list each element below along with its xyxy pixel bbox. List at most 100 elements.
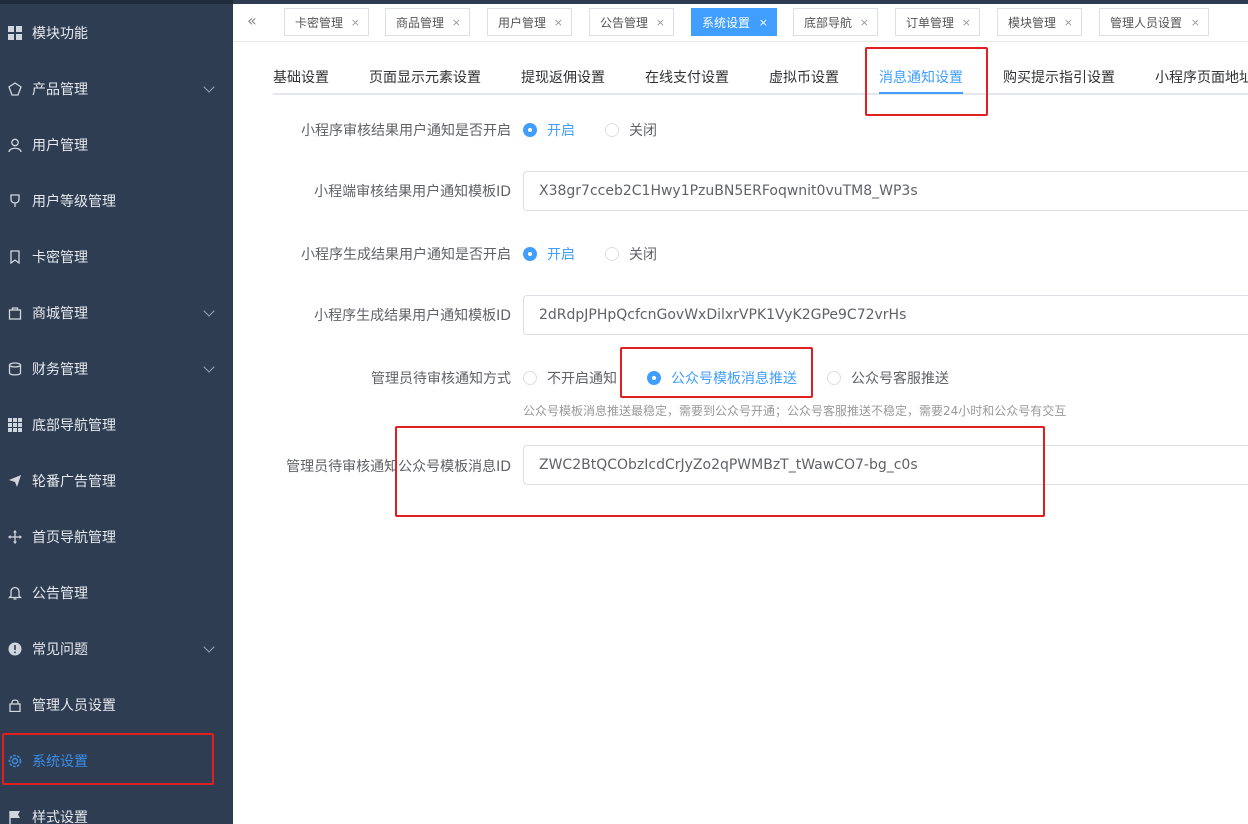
radio-label: 公众号客服推送 <box>851 371 949 387</box>
review-template-label: 小程端审核结果用户通知模板ID <box>314 184 511 200</box>
generate-template-input[interactable]: 2dRdpJPHpQcfcnGovWxDilxrVPK1VyK2GPe9C72v… <box>523 295 1248 335</box>
tab-label: 商品管理 <box>396 15 445 30</box>
close-icon[interactable]: × <box>656 16 665 29</box>
sidebar-item-bottom-nav[interactable]: 底部导航管理 <box>0 397 233 453</box>
form-label-wrap: 小程序生成结果用户通知模板ID <box>240 305 511 325</box>
radio-label: 开启 <box>547 123 575 139</box>
sidebar-item-label: 样式设置 <box>32 810 88 824</box>
close-icon[interactable]: × <box>1191 16 1200 29</box>
generate-template-label: 小程序生成结果用户通知模板ID <box>314 308 511 324</box>
sidebar-item-label: 轮番广告管理 <box>32 474 116 490</box>
sidebar-item-carousel[interactable]: 轮番广告管理 <box>0 453 233 509</box>
sidebar-item-product[interactable]: 产品管理 <box>0 61 233 117</box>
close-icon[interactable]: × <box>554 16 563 29</box>
review-notify-off-radio[interactable]: 关闭 <box>605 120 657 140</box>
tab-goods[interactable]: 商品管理 × <box>385 8 470 36</box>
admin-method-label: 管理员待审核通知方式 <box>371 371 511 387</box>
product-icon <box>7 81 23 97</box>
sidebar-item-home-nav[interactable]: 首页导航管理 <box>0 509 233 565</box>
review-notify-on-radio[interactable]: 开启 <box>523 120 575 140</box>
sidebar-item-label: 常见问题 <box>32 642 88 658</box>
admin-method-off-radio[interactable]: 不开启通知 <box>523 368 617 388</box>
sidebar-item-module[interactable]: 模块功能 <box>0 5 233 61</box>
tab-label: 用户管理 <box>498 15 547 30</box>
form-label-wrap: 管理员待审核通知方式 <box>240 368 511 388</box>
generate-notify-on-radio[interactable]: 开启 <box>523 244 575 264</box>
radio-dot <box>523 247 537 261</box>
sidebar-item-label: 财务管理 <box>32 362 88 378</box>
sidebar-item-label: 用户等级管理 <box>32 194 116 210</box>
sidebar-item-user-level[interactable]: 用户等级管理 <box>0 173 233 229</box>
subtab-page-display[interactable]: 页面显示元素设置 <box>369 67 481 87</box>
tab-admin[interactable]: 管理人员设置 × <box>1099 8 1209 36</box>
question-icon <box>7 641 23 657</box>
tab-bottom-nav[interactable]: 底部导航 × <box>793 8 878 36</box>
send-icon <box>7 473 23 489</box>
sidebar-item-admin[interactable]: 管理人员设置 <box>0 677 233 733</box>
sidebar-item-label: 卡密管理 <box>32 250 88 266</box>
sidebar-item-faq[interactable]: 常见问题 <box>0 621 233 677</box>
sidebar-item-card[interactable]: 卡密管理 <box>0 229 233 285</box>
database-icon <box>7 361 23 377</box>
admin-method-service-radio[interactable]: 公众号客服推送 <box>827 368 949 388</box>
subtab-withdraw[interactable]: 提现返佣设置 <box>521 67 605 87</box>
tab-module[interactable]: 模块管理 × <box>997 8 1082 36</box>
sidebar-item-notice[interactable]: 公告管理 <box>0 565 233 621</box>
tab-order[interactable]: 订单管理 × <box>895 8 980 36</box>
tab-label: 管理人员设置 <box>1110 15 1183 30</box>
chevron-down-icon <box>203 361 215 373</box>
close-icon[interactable]: × <box>860 16 869 29</box>
highlight-box-admin-template <box>395 426 1045 517</box>
radio-label: 不开启通知 <box>547 371 617 387</box>
radio-label: 关闭 <box>629 247 657 263</box>
tab-notice[interactable]: 公告管理 × <box>589 8 674 36</box>
sidebar-item-mall[interactable]: 商城管理 <box>0 285 233 341</box>
sidebar-item-finance[interactable]: 财务管理 <box>0 341 233 397</box>
user-icon <box>7 137 23 153</box>
collapse-icon[interactable]: « <box>247 11 257 30</box>
bookmark-icon <box>7 249 23 265</box>
close-icon[interactable]: × <box>962 16 971 29</box>
subtab-miniapp-path[interactable]: 小程序页面地址 <box>1155 67 1248 87</box>
sidebar-item-label: 用户管理 <box>32 138 88 154</box>
generate-notify-off-radio[interactable]: 关闭 <box>605 244 657 264</box>
tab-label: 系统设置 <box>702 15 751 30</box>
close-icon[interactable]: × <box>351 16 360 29</box>
admin-method-hint: 公众号模板消息推送最稳定，需要到公众号开通；公众号客服推送不稳定，需要24小时和… <box>523 404 1067 418</box>
sidebar-top-strip <box>0 0 233 4</box>
form-label-wrap: 小程序生成结果用户通知是否开启 <box>240 244 511 264</box>
sidebar-item-label: 商城管理 <box>32 306 88 322</box>
sidebar: 模块功能 产品管理 用户管理 用户等级管理 卡密管理 商城管理 财务管理 底部导… <box>0 0 233 824</box>
sidebar-item-user[interactable]: 用户管理 <box>0 117 233 173</box>
chevron-down-icon <box>203 641 215 653</box>
grid-icon <box>7 417 23 433</box>
subtab-online-pay[interactable]: 在线支付设置 <box>645 67 729 87</box>
move-icon <box>7 529 23 545</box>
lock-icon <box>7 697 23 713</box>
radio-dot <box>523 371 537 385</box>
close-icon[interactable]: × <box>759 16 768 29</box>
tab-card[interactable]: 卡密管理 × <box>284 8 369 36</box>
review-template-input[interactable]: X38gr7cceb2C1Hwy1PzuBN5ERFoqwnit0vuTM8_W… <box>523 171 1248 211</box>
flag-icon <box>7 809 23 824</box>
close-icon[interactable]: × <box>452 16 461 29</box>
radio-dot <box>523 123 537 137</box>
sidebar-item-label: 公告管理 <box>32 586 88 602</box>
tab-system-settings[interactable]: 系统设置 × <box>691 8 777 36</box>
sidebar-item-label: 产品管理 <box>32 82 88 98</box>
subtab-purchase-guide[interactable]: 购买提示指引设置 <box>1003 67 1115 87</box>
radio-dot <box>605 123 619 137</box>
chevron-down-icon <box>203 305 215 317</box>
grid-icon <box>7 25 23 41</box>
tab-label: 卡密管理 <box>295 15 344 30</box>
tab-user[interactable]: 用户管理 × <box>487 8 572 36</box>
sidebar-item-label: 底部导航管理 <box>32 418 116 434</box>
bag-icon <box>7 305 23 321</box>
trophy-icon <box>7 193 23 209</box>
close-icon[interactable]: × <box>1064 16 1073 29</box>
subtab-basic[interactable]: 基础设置 <box>273 67 329 87</box>
sidebar-item-style[interactable]: 样式设置 <box>0 789 233 824</box>
tab-label: 模块管理 <box>1008 15 1057 30</box>
tab-label: 底部导航 <box>804 15 853 30</box>
subtab-virtual-coin[interactable]: 虚拟币设置 <box>769 67 839 87</box>
